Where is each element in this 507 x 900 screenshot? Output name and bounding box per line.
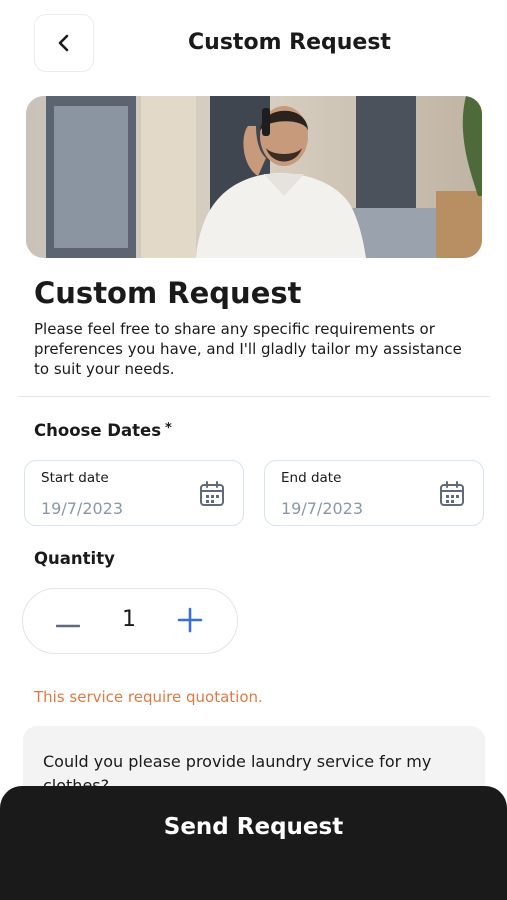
header: Custom Request <box>0 0 507 88</box>
divider <box>18 396 490 397</box>
plus-icon <box>177 607 203 637</box>
increment-button[interactable] <box>175 607 205 637</box>
start-date-value: 19/7/2023 <box>41 499 124 518</box>
decrement-button[interactable] <box>53 609 83 635</box>
page-title: Custom Request <box>188 30 391 55</box>
hero-image <box>26 96 482 258</box>
send-request-label: Send Request <box>163 814 344 840</box>
section-title: Custom Request <box>34 276 302 310</box>
send-request-button[interactable]: Send Request <box>0 786 507 900</box>
start-date-field[interactable]: Start date 19/7/2023 <box>24 460 244 526</box>
calendar-icon <box>199 481 225 511</box>
quantity-stepper: 1 <box>22 588 238 654</box>
required-marker: * <box>165 421 172 436</box>
choose-dates-label: Choose Dates * <box>34 421 172 440</box>
end-date-value: 19/7/2023 <box>281 499 364 518</box>
quotation-notice: This service require quotation. <box>34 688 263 706</box>
end-date-label: End date <box>281 470 342 486</box>
end-date-field[interactable]: End date 19/7/2023 <box>264 460 484 526</box>
minus-icon <box>55 613 81 632</box>
calendar-icon <box>439 481 465 511</box>
quantity-value: 1 <box>122 607 136 632</box>
start-date-label: Start date <box>41 470 109 486</box>
section-description: Please feel free to share any specific r… <box>34 320 462 378</box>
quantity-label: Quantity <box>34 549 115 568</box>
